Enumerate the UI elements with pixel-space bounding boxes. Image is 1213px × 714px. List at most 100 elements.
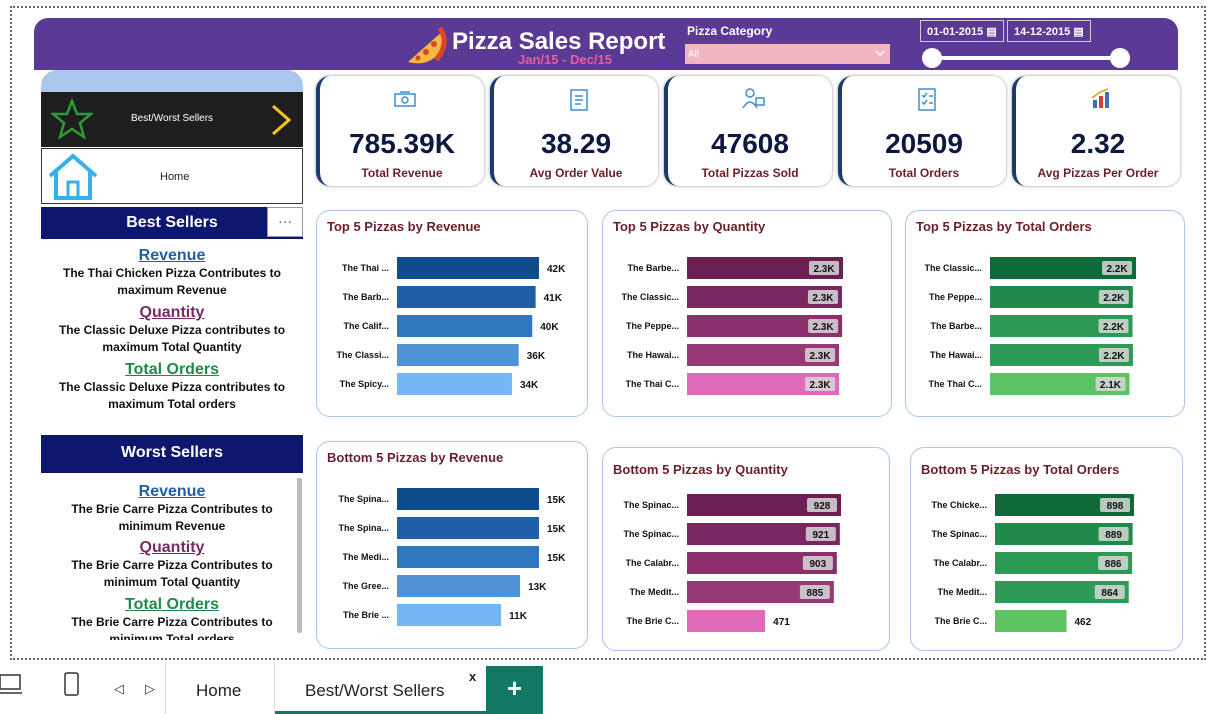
- bar[interactable]: [397, 517, 539, 539]
- chart-title: Bottom 5 Pizzas by Total Orders: [921, 462, 1120, 477]
- add-page-button[interactable]: +: [486, 666, 543, 714]
- insight-text: The Brie Carre Pizza Contributes to mini…: [71, 615, 273, 640]
- category-label: The Brie C...: [934, 616, 987, 626]
- bar-chart-icon: [1091, 88, 1109, 108]
- data-label: 2.2K: [1103, 322, 1125, 333]
- insight-title[interactable]: Revenue: [41, 482, 303, 501]
- checklist-icon: [918, 88, 936, 111]
- insight-text: The Brie Carre Pizza Contributes to mini…: [71, 502, 273, 533]
- insight-title[interactable]: Total Orders: [41, 595, 303, 614]
- category-label: The Spina...: [338, 523, 389, 533]
- bar[interactable]: [397, 257, 539, 279]
- chart-title: Top 5 Pizzas by Total Orders: [916, 219, 1092, 234]
- chart-title: Top 5 Pizzas by Revenue: [327, 219, 481, 234]
- bar[interactable]: [687, 610, 766, 632]
- bar[interactable]: [397, 604, 502, 626]
- data-label: 41K: [544, 293, 563, 304]
- nav-best-worst-label: Best/Worst Sellers: [131, 113, 214, 124]
- more-options-button[interactable]: ···: [267, 207, 303, 237]
- chart-plot: The Barbe... 2.3K The Classic... 2.3K The Pe…: [621, 257, 843, 395]
- kpi-value: 20509: [885, 128, 963, 159]
- sidebar-scrollbar[interactable]: [297, 478, 302, 633]
- pizza-icon: [408, 26, 447, 64]
- bar[interactable]: [397, 315, 533, 337]
- close-tab-icon[interactable]: x: [469, 669, 476, 684]
- data-label: 13K: [528, 582, 547, 593]
- kpi-value: 2.32: [1070, 128, 1126, 159]
- data-label: 864: [1101, 588, 1118, 599]
- bar[interactable]: [397, 344, 519, 366]
- chart-plot: The Chicke... 898 The Spinac... 889 The Cala…: [931, 494, 1134, 632]
- insight-title[interactable]: Quantity: [41, 303, 303, 322]
- category-label: The Medit...: [630, 587, 680, 597]
- desktop-view-icon[interactable]: [0, 671, 24, 699]
- kpi-avg-pizzas-per-order: 2.32 Avg Pizzas Per Order: [1012, 76, 1180, 186]
- insight-title[interactable]: Revenue: [41, 246, 303, 265]
- bar[interactable]: [397, 546, 539, 568]
- nav-home[interactable]: Home: [41, 148, 303, 204]
- best-sellers-header: Best Sellers: [41, 207, 303, 239]
- category-label: The Medi...: [342, 552, 389, 562]
- category-label: The Thai C...: [625, 379, 679, 389]
- tab-divider: [165, 661, 166, 714]
- calendar-icon: ▤: [986, 26, 997, 38]
- data-label: 40K: [540, 322, 559, 333]
- data-label: 2.2K: [1103, 351, 1125, 362]
- category-label: The Thai C...: [928, 379, 982, 389]
- category-label: The Gree...: [342, 581, 389, 591]
- home-icon: [48, 153, 98, 200]
- chart-plot: The Spina... 15K The Spina... 15K The Medi..…: [338, 488, 566, 626]
- calendar-icon: ▤: [1073, 26, 1084, 38]
- data-label: 2.3K: [810, 380, 832, 391]
- bar[interactable]: [397, 488, 539, 510]
- category-filter-label: Pizza Category: [687, 24, 773, 38]
- tab-best-worst-sellers[interactable]: Best/Worst Sellers: [275, 661, 486, 714]
- category-label: The Classi...: [336, 350, 389, 360]
- kpi-label: Avg Order Value: [529, 166, 623, 180]
- bar[interactable]: [397, 575, 521, 597]
- kpi-label: Total Orders: [888, 166, 960, 180]
- data-label: 34K: [520, 380, 539, 391]
- category-label: The Calabr...: [625, 558, 679, 568]
- insight-title[interactable]: Quantity: [41, 538, 303, 557]
- insight-text: The Classic Deluxe Pizza contributes to …: [58, 380, 286, 411]
- category-label: The Thai ...: [342, 263, 389, 273]
- data-label: 921: [812, 530, 829, 541]
- report-subtitle: Jan/15 - Dec/15: [518, 52, 612, 67]
- bar[interactable]: [397, 373, 512, 395]
- chart-title: Bottom 5 Pizzas by Quantity: [613, 462, 788, 477]
- kpi-label: Total Revenue: [361, 166, 443, 180]
- bar[interactable]: [397, 286, 536, 308]
- bar[interactable]: [995, 610, 1067, 632]
- chart-title: Top 5 Pizzas by Quantity: [613, 219, 766, 234]
- prev-page-icon[interactable]: ◁: [114, 681, 124, 697]
- data-label: 885: [807, 588, 824, 599]
- data-label: 2.2K: [1103, 293, 1125, 304]
- next-page-icon[interactable]: ▷: [145, 681, 155, 697]
- slider-start-handle[interactable]: [922, 48, 942, 68]
- page-tab-bar: ◁ ▷ Home Best/Worst Sellers x: [0, 661, 1213, 714]
- chart-bottom-orders: Bottom 5 Pizzas by Total Orders The Chic…: [910, 447, 1183, 651]
- date-range-slider[interactable]: [932, 56, 1122, 60]
- category-label: The Barbe...: [930, 321, 982, 331]
- category-label: The Hawai...: [627, 350, 679, 360]
- category-label: The Peppe...: [626, 321, 679, 331]
- insight-title[interactable]: Total Orders: [41, 360, 303, 379]
- kpi-total-pizzas-sold: 47608 Total Pizzas Sold: [664, 76, 832, 186]
- category-label: The Classic...: [621, 292, 679, 302]
- insight-text: The Thai Chicken Pizza Contributes to ma…: [62, 266, 282, 297]
- category-label: The Classic...: [924, 263, 982, 273]
- kpi-total-revenue: 785.39K Total Revenue: [316, 76, 484, 186]
- money-icon: [394, 91, 416, 107]
- end-date-input[interactable]: 14-12-2015 ▤: [1007, 20, 1091, 42]
- start-date-input[interactable]: 01-01-2015 ▤: [920, 20, 1004, 42]
- mobile-view-icon[interactable]: [62, 671, 82, 699]
- worst-orders-insight: Total Orders The Brie Carre Pizza Contri…: [41, 595, 303, 640]
- category-filter-dropdown[interactable]: All: [685, 44, 890, 64]
- slider-end-handle[interactable]: [1110, 48, 1130, 68]
- tab-home[interactable]: Home: [196, 661, 241, 714]
- chart-top-quantity: Top 5 Pizzas by Quantity The Barbe... 2.3…: [602, 210, 892, 417]
- category-label: The Medit...: [938, 587, 988, 597]
- nav-best-worst-sellers[interactable]: Best/Worst Sellers: [41, 92, 303, 147]
- data-label: 2.1K: [1100, 380, 1122, 391]
